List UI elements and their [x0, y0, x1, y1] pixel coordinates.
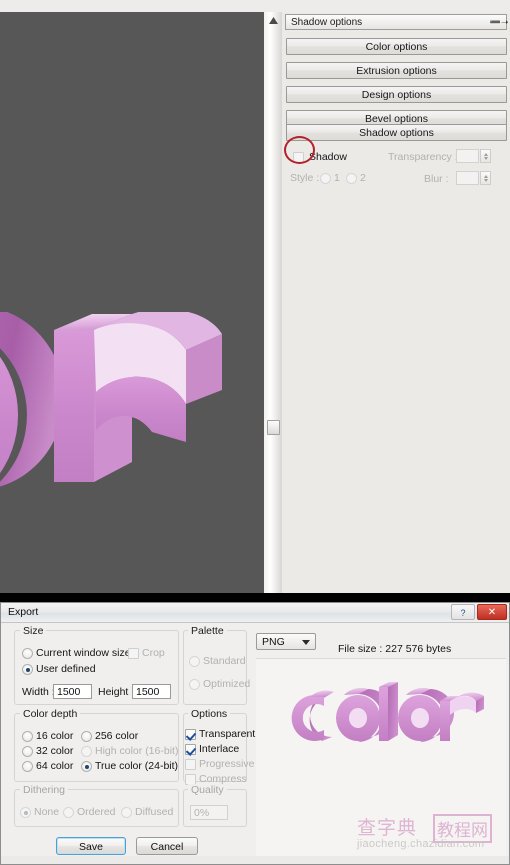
panel-splitter[interactable]: [264, 12, 283, 593]
radio-dither-diffused-label: Diffused: [135, 806, 173, 818]
radio-16-color[interactable]: [22, 731, 33, 742]
radio-high-color[interactable]: [81, 746, 92, 757]
app-top-strip: [0, 0, 510, 12]
quality-group-caption: Quality: [188, 784, 227, 796]
radio-dither-ordered[interactable]: [63, 807, 74, 818]
button-extrusion-options[interactable]: Extrusion options: [286, 62, 507, 79]
style-label: Style :: [290, 172, 319, 184]
watermark: 查字典 教程网 jiaocheng.chazidian.com: [357, 813, 502, 857]
transparency-label: Transparency :: [388, 151, 458, 163]
panel-title-label: Shadow options: [291, 17, 362, 28]
radio-palette-optimized-label: Optimized: [203, 678, 250, 690]
radio-current-window-size-label: Current window size: [36, 647, 131, 659]
width-label: Width :: [22, 686, 55, 698]
export-dialog-title: Export: [8, 606, 38, 618]
radio-256-color-label: 256 color: [95, 730, 138, 742]
preview-3d-text-artwork: [286, 681, 486, 753]
blur-label: Blur :: [424, 173, 449, 185]
radio-64-color-label: 64 color: [36, 760, 73, 772]
panel-title-bar: Shadow options ➖➝: [285, 14, 507, 30]
window-gap: [0, 593, 510, 602]
radio-palette-standard[interactable]: [189, 656, 200, 667]
style-radio-1[interactable]: [320, 173, 331, 184]
crop-checkbox[interactable]: [128, 648, 139, 659]
palette-group: [183, 630, 247, 705]
radio-user-defined-label: User defined: [36, 663, 96, 675]
export-preview: 查字典 教程网 jiaocheng.chazidian.com: [256, 658, 506, 859]
transparent-checkbox-label: Transparent: [199, 728, 255, 740]
cancel-button[interactable]: Cancel: [136, 837, 198, 855]
interlace-checkbox-label: Interlace: [199, 743, 239, 755]
save-button[interactable]: Save: [56, 837, 126, 855]
chevron-up-icon[interactable]: [268, 16, 279, 25]
color-depth-group-caption: Color depth: [20, 708, 80, 720]
watermark-cn-text: 查字典: [357, 813, 417, 840]
screenshot-root: Shadow options ➖➝ Color options Extrusio…: [0, 0, 510, 865]
radio-dither-none-label: None: [34, 806, 59, 818]
radio-user-defined[interactable]: [22, 664, 33, 675]
blur-spinner[interactable]: [480, 171, 491, 185]
radio-current-window-size[interactable]: [22, 648, 33, 659]
shadow-options-panel: Shadow options ➖➝ Color options Extrusio…: [282, 12, 510, 593]
button-shadow-options[interactable]: Shadow options: [286, 124, 507, 141]
transparent-checkbox[interactable]: [185, 729, 196, 740]
export-dialog: Export ? ✕ Size Current window size Crop…: [0, 602, 510, 865]
watermark-url: jiaocheng.chazidian.com: [357, 838, 484, 850]
button-color-options[interactable]: Color options: [286, 38, 507, 55]
radio-true-color[interactable]: [81, 761, 92, 772]
radio-dither-diffused[interactable]: [121, 807, 132, 818]
radio-high-color-label: High color (16-bit): [95, 745, 178, 757]
width-input[interactable]: 1500: [53, 684, 92, 699]
close-icon[interactable]: ✕: [477, 604, 507, 620]
export-dialog-title-bar[interactable]: Export ? ✕: [1, 603, 509, 623]
radio-dither-none[interactable]: [20, 807, 31, 818]
dialog-bottom-strip: [1, 856, 509, 864]
format-select-value: PNG: [262, 636, 285, 648]
radio-palette-optimized[interactable]: [189, 679, 200, 690]
radio-32-color-label: 32 color: [36, 745, 73, 757]
palette-group-caption: Palette: [188, 625, 227, 637]
annotation-ellipse-shadow-checkbox: [284, 136, 315, 164]
size-group-caption: Size: [20, 625, 46, 637]
interlace-checkbox[interactable]: [185, 744, 196, 755]
progressive-checkbox[interactable]: [185, 759, 196, 770]
radio-16-color-label: 16 color: [36, 730, 73, 742]
help-icon[interactable]: ?: [451, 604, 475, 620]
radio-dither-ordered-label: Ordered: [77, 806, 116, 818]
design-canvas[interactable]: [0, 12, 264, 593]
chevron-down-icon: [302, 640, 310, 645]
style-radio-1-label: 1: [334, 172, 340, 184]
radio-32-color[interactable]: [22, 746, 33, 757]
transparency-spinner[interactable]: [480, 149, 491, 163]
radio-true-color-label: True color (24-bit): [95, 760, 178, 772]
progressive-checkbox-label: Progressive: [199, 758, 254, 770]
close-icon[interactable]: ➖➝: [493, 16, 505, 28]
height-input[interactable]: 1500: [132, 684, 171, 699]
format-select[interactable]: PNG: [256, 633, 316, 650]
style-radio-2[interactable]: [346, 173, 357, 184]
options-group-caption: Options: [188, 708, 230, 720]
file-size-label: File size : 227 576 bytes: [338, 643, 451, 655]
height-label: Height :: [98, 686, 134, 698]
quality-input[interactable]: 0%: [190, 805, 228, 820]
transparency-input[interactable]: [456, 149, 479, 163]
radio-palette-standard-label: Standard: [203, 655, 246, 667]
button-design-options[interactable]: Design options: [286, 86, 507, 103]
style-radio-2-label: 2: [360, 172, 366, 184]
canvas-3d-text-artwork: [0, 312, 264, 572]
crop-checkbox-label: Crop: [142, 647, 165, 659]
blur-input[interactable]: [456, 171, 479, 185]
dithering-group-caption: Dithering: [20, 784, 68, 796]
radio-64-color[interactable]: [22, 761, 33, 772]
radio-256-color[interactable]: [81, 731, 92, 742]
splitter-handle[interactable]: [267, 420, 280, 435]
